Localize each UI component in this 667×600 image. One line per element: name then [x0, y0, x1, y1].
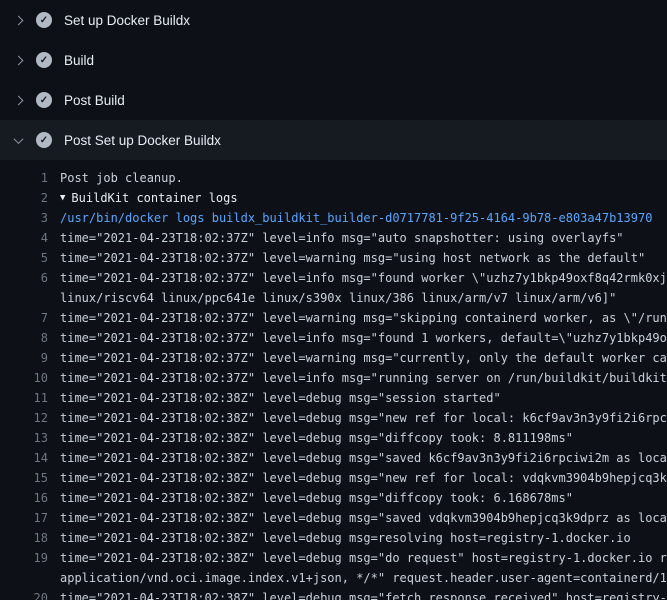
log-line-number [0, 288, 48, 308]
log-line: 8 time="2021-04-23T18:02:37Z" level=info … [0, 328, 667, 348]
section-label: Set up Docker Buildx [64, 13, 190, 28]
log-text: time="2021-04-23T18:02:37Z" level=warnin… [60, 348, 667, 368]
log-line: 13 time="2021-04-23T18:02:38Z" level=debu… [0, 428, 667, 448]
check-circle-icon: ✓ [36, 132, 52, 148]
log-line: 7 time="2021-04-23T18:02:37Z" level=warni… [0, 308, 667, 328]
log-text: time="2021-04-23T18:02:38Z" level=debug … [60, 428, 573, 448]
log-line-number [0, 568, 48, 588]
log-line: 10 time="2021-04-23T18:02:37Z" level=info… [0, 368, 667, 388]
log-text: time="2021-04-23T18:02:38Z" level=debug … [60, 508, 667, 528]
log-text: time="2021-04-23T18:02:37Z" level=warnin… [60, 248, 645, 268]
log-panel: 1 Post job cleanup. 2 ▼ BuildKit container l… [0, 160, 667, 600]
log-text: time="2021-04-23T18:02:38Z" level=debug … [60, 528, 631, 548]
log-line-number[interactable]: 18 [0, 528, 48, 548]
section-header-post-set-up-docker-buildx[interactable]: ✓ Post Set up Docker Buildx [0, 120, 667, 160]
log-line: linux/riscv64 linux/ppc641e linux/s390x … [0, 288, 667, 308]
log-line-number[interactable]: 20 [0, 588, 48, 600]
log-line-number[interactable]: 5 [0, 248, 48, 268]
log-line-number[interactable]: 15 [0, 468, 48, 488]
log-text: time="2021-04-23T18:02:38Z" level=debug … [60, 388, 501, 408]
log-text: time="2021-04-23T18:02:37Z" level=info m… [60, 328, 667, 348]
log-line: 15 time="2021-04-23T18:02:38Z" level=debu… [0, 468, 667, 488]
log-line: 9 time="2021-04-23T18:02:37Z" level=warni… [0, 348, 667, 368]
log-text: time="2021-04-23T18:02:38Z" level=debug … [60, 588, 667, 600]
section-header-build[interactable]: ✓ Build [0, 40, 667, 80]
chevron-right-icon [12, 17, 24, 24]
chevron-right-icon [12, 57, 24, 64]
log-line: 4 time="2021-04-23T18:02:37Z" level=info … [0, 228, 667, 248]
log-line: 11 time="2021-04-23T18:02:38Z" level=debu… [0, 388, 667, 408]
log-line-number[interactable]: 2 [0, 188, 48, 208]
log-text: time="2021-04-23T18:02:38Z" level=debug … [60, 548, 667, 568]
log-line: 20 time="2021-04-23T18:02:38Z" level=debu… [0, 588, 667, 600]
log-text: time="2021-04-23T18:02:37Z" level=info m… [60, 268, 667, 288]
log-text: time="2021-04-23T18:02:37Z" level=warnin… [60, 308, 667, 328]
log-line-number[interactable]: 9 [0, 348, 48, 368]
log-line: application/vnd.oci.image.index.v1+json,… [0, 568, 667, 588]
log-line: 1 Post job cleanup. [0, 168, 667, 188]
log-text: time="2021-04-23T18:02:38Z" level=debug … [60, 468, 667, 488]
log-line-number[interactable]: 3 [0, 208, 48, 228]
log-text: application/vnd.oci.image.index.v1+json,… [60, 568, 667, 588]
check-circle-icon: ✓ [36, 52, 52, 68]
log-text: BuildKit container logs [71, 188, 237, 208]
log-line: 14 time="2021-04-23T18:02:38Z" level=debu… [0, 448, 667, 468]
log-text: linux/riscv64 linux/ppc641e linux/s390x … [60, 288, 616, 308]
log-line: 3/usr/bin/docker logs buildx_buildkit_bu… [0, 208, 667, 228]
check-circle-icon: ✓ [36, 92, 52, 108]
log-line-number[interactable]: 16 [0, 488, 48, 508]
log-text: time="2021-04-23T18:02:38Z" level=debug … [60, 448, 667, 468]
log-command-text[interactable]: /usr/bin/docker logs buildx_buildkit_bui… [60, 208, 652, 228]
log-text: time="2021-04-23T18:02:37Z" level=info m… [60, 368, 667, 388]
step-sections: ✓ Set up Docker Buildx ✓ Build ✓ Post Build ✓ P… [0, 0, 667, 160]
section-header-set-up-docker-buildx[interactable]: ✓ Set up Docker Buildx [0, 0, 667, 40]
log-line: 12 time="2021-04-23T18:02:38Z" level=debu… [0, 408, 667, 428]
log-text: Post job cleanup. [60, 168, 183, 188]
log-line-number[interactable]: 1 [0, 168, 48, 188]
section-header-post-build[interactable]: ✓ Post Build [0, 80, 667, 120]
log-line-number[interactable]: 17 [0, 508, 48, 528]
group-toggle-icon[interactable]: ▼ [60, 188, 65, 208]
chevron-right-icon [12, 97, 24, 104]
log-line: 16 time="2021-04-23T18:02:38Z" level=debu… [0, 488, 667, 508]
section-label: Build [64, 53, 94, 68]
log-line: 19 time="2021-04-23T18:02:38Z" level=debu… [0, 548, 667, 568]
log-line-number[interactable]: 14 [0, 448, 48, 468]
log-line: 17 time="2021-04-23T18:02:38Z" level=debu… [0, 508, 667, 528]
log-line-number[interactable]: 13 [0, 428, 48, 448]
log-line-number[interactable]: 6 [0, 268, 48, 288]
log-line: 18 time="2021-04-23T18:02:38Z" level=debu… [0, 528, 667, 548]
log-line-number[interactable]: 12 [0, 408, 48, 428]
log-line-number[interactable]: 19 [0, 548, 48, 568]
log-text: time="2021-04-23T18:02:38Z" level=debug … [60, 488, 573, 508]
log-text: time="2021-04-23T18:02:38Z" level=debug … [60, 408, 667, 428]
section-label: Post Set up Docker Buildx [64, 133, 221, 148]
log-line-number[interactable]: 4 [0, 228, 48, 248]
log-line-number[interactable]: 11 [0, 388, 48, 408]
chevron-down-icon [12, 137, 24, 144]
log-line: 5 time="2021-04-23T18:02:37Z" level=warni… [0, 248, 667, 268]
log-text: time="2021-04-23T18:02:37Z" level=info m… [60, 228, 624, 248]
log-line: 6 time="2021-04-23T18:02:37Z" level=info … [0, 268, 667, 288]
log-line-number[interactable]: 10 [0, 368, 48, 388]
section-label: Post Build [64, 93, 125, 108]
actions-log-viewer: ✓ Set up Docker Buildx ✓ Build ✓ Post Build ✓ P… [0, 0, 667, 600]
log-line-number[interactable]: 8 [0, 328, 48, 348]
log-line: 2 ▼ BuildKit container logs [0, 188, 667, 208]
log-line-number[interactable]: 7 [0, 308, 48, 328]
check-circle-icon: ✓ [36, 12, 52, 28]
